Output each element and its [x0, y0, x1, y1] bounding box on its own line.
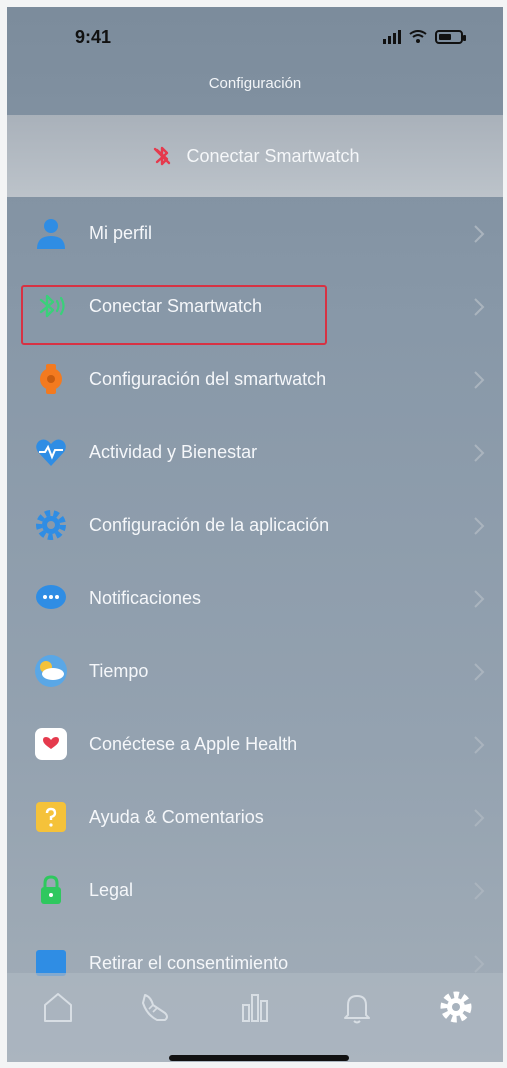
menu-item-app-settings[interactable]: Configuración de la aplicación [7, 489, 503, 562]
heart-activity-icon [36, 439, 66, 466]
chevron-right-icon [474, 590, 485, 608]
menu-item-label: Mi perfil [89, 223, 153, 243]
highlight-box [21, 285, 327, 345]
chevron-right-icon [474, 517, 485, 535]
chevron-right-icon [474, 809, 485, 827]
home-indicator [169, 1055, 349, 1061]
battery-icon [435, 30, 466, 44]
status-bar: 9:41 [7, 7, 503, 67]
menu-item-help-feedback[interactable]: Ayuda & Comentarios [7, 781, 503, 854]
menu-item-label: Ayuda & Comentarios [89, 807, 264, 827]
menu-item-smartwatch-settings[interactable]: Configuración del smartwatch [7, 343, 503, 416]
chevron-right-icon [474, 444, 485, 462]
menu-item-label: Notificaciones [89, 588, 202, 608]
lock-icon [41, 875, 61, 904]
gear-icon [36, 510, 66, 540]
menu-item-label: Tiempo [89, 661, 149, 681]
phone-screen: 9:41 Configuración Conectar Smartwatch M… [7, 7, 503, 1062]
menu-item-label: Conéctese a Apple Health [89, 734, 298, 754]
menu-item-notifications[interactable]: Notificaciones [7, 562, 503, 635]
chevron-right-icon [474, 882, 485, 900]
watch-settings-icon [40, 364, 62, 394]
wifi-icon [409, 30, 427, 43]
banner-label: Conectar Smartwatch [186, 145, 360, 166]
menu-item-profile[interactable]: Mi perfil [7, 197, 503, 270]
person-icon [37, 219, 65, 249]
tab-stats-icon[interactable] [237, 989, 273, 1025]
menu-item-label: Legal [89, 880, 134, 900]
chevron-right-icon [474, 225, 485, 243]
tab-settings-icon[interactable] [438, 989, 474, 1025]
menu-item-apple-health[interactable]: Conéctese a Apple Health [7, 708, 503, 781]
connect-smartwatch-banner[interactable]: Conectar Smartwatch [7, 115, 503, 197]
chevron-right-icon [474, 736, 485, 754]
menu-item-legal[interactable]: Legal [7, 854, 503, 927]
menu-item-label: Configuración de la aplicación [89, 515, 330, 535]
weather-cloud-icon [35, 655, 67, 687]
chevron-right-icon [474, 663, 485, 681]
menu-item-label: Actividad y Bienestar [89, 442, 258, 462]
help-icon [36, 802, 66, 832]
chat-bubble-icon [36, 585, 66, 609]
chevron-right-icon [474, 955, 485, 973]
tab-activity-icon[interactable] [137, 989, 173, 1025]
bluetooth-disconnected-icon [154, 146, 171, 166]
page-title: Configuración [208, 75, 302, 92]
signal-icon [383, 30, 401, 44]
settings-menu: Mi perfil Conectar Smartwatch Configurac… [7, 197, 503, 1000]
chevron-right-icon [474, 371, 485, 389]
apple-health-icon [35, 728, 67, 760]
tab-home-icon[interactable] [40, 989, 76, 1025]
menu-item-weather[interactable]: Tiempo [7, 635, 503, 708]
menu-item-label: Configuración del smartwatch [89, 369, 327, 389]
menu-item-activity-wellness[interactable]: Actividad y Bienestar [7, 416, 503, 489]
status-time: 9:41 [75, 27, 112, 47]
menu-item-label: Retirar el consentimiento [89, 953, 289, 973]
tab-bar [7, 973, 503, 1062]
chevron-right-icon [474, 298, 485, 316]
status-icons [383, 27, 466, 47]
tab-bell-icon[interactable] [339, 989, 375, 1025]
